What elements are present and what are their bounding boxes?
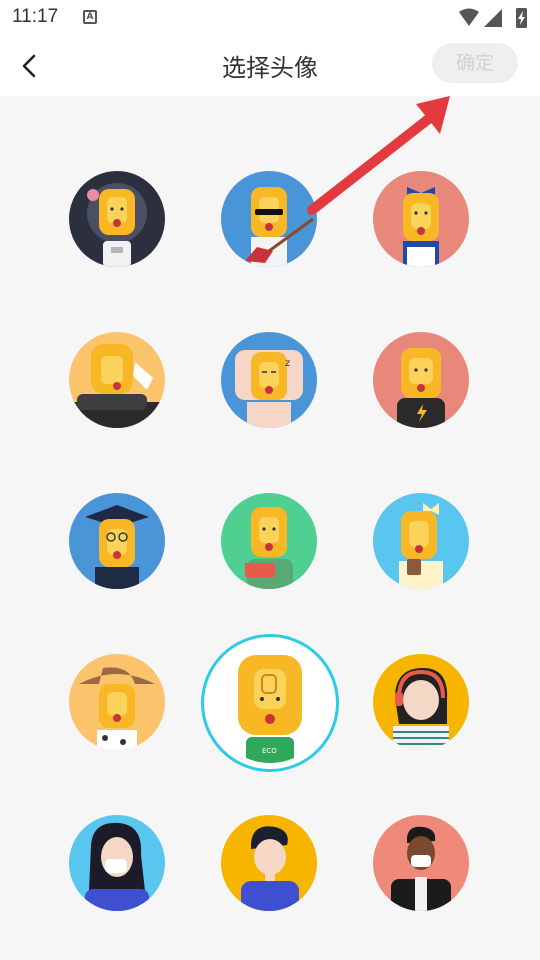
- avatar-default-lion-selected[interactable]: ECO: [201, 634, 339, 772]
- avatar-graduate-lion[interactable]: [69, 493, 165, 589]
- signal-icon: [484, 9, 502, 27]
- confirm-button[interactable]: 确定: [432, 43, 518, 83]
- wifi-icon: [459, 8, 479, 26]
- avatar-headphones-girl[interactable]: [373, 654, 469, 750]
- status-bar: 11:17 A: [0, 0, 540, 36]
- svg-text:ECO: ECO: [262, 747, 277, 755]
- avatar-default-lion: ECO: [210, 643, 330, 763]
- nav-bar: 选择头像 确定: [0, 36, 540, 96]
- svg-text:z: z: [285, 358, 290, 369]
- avatar-reader-lion[interactable]: [221, 493, 317, 589]
- avatar-masked-man[interactable]: [373, 815, 469, 911]
- avatar-masked-woman[interactable]: [69, 815, 165, 911]
- status-time: 11:17: [12, 6, 59, 27]
- avatar-lightning-tee-lion[interactable]: [373, 332, 469, 428]
- avatar-astronaut-lion[interactable]: [69, 171, 165, 267]
- avatar-coffee-bow-lion[interactable]: [373, 493, 469, 589]
- a-icon: A: [83, 10, 97, 24]
- avatar-young-man[interactable]: [221, 815, 317, 911]
- avatar-sleeping-lion[interactable]: z: [221, 332, 317, 428]
- status-icons: [459, 8, 527, 28]
- avatar-rockstar-lion[interactable]: [221, 171, 317, 267]
- avatar-relaxing-lion[interactable]: [69, 332, 165, 428]
- avatar-grid: z ECO: [0, 96, 540, 960]
- avatar-bow-girl-lion[interactable]: [373, 171, 469, 267]
- avatar-cowboy-lion[interactable]: [69, 654, 165, 750]
